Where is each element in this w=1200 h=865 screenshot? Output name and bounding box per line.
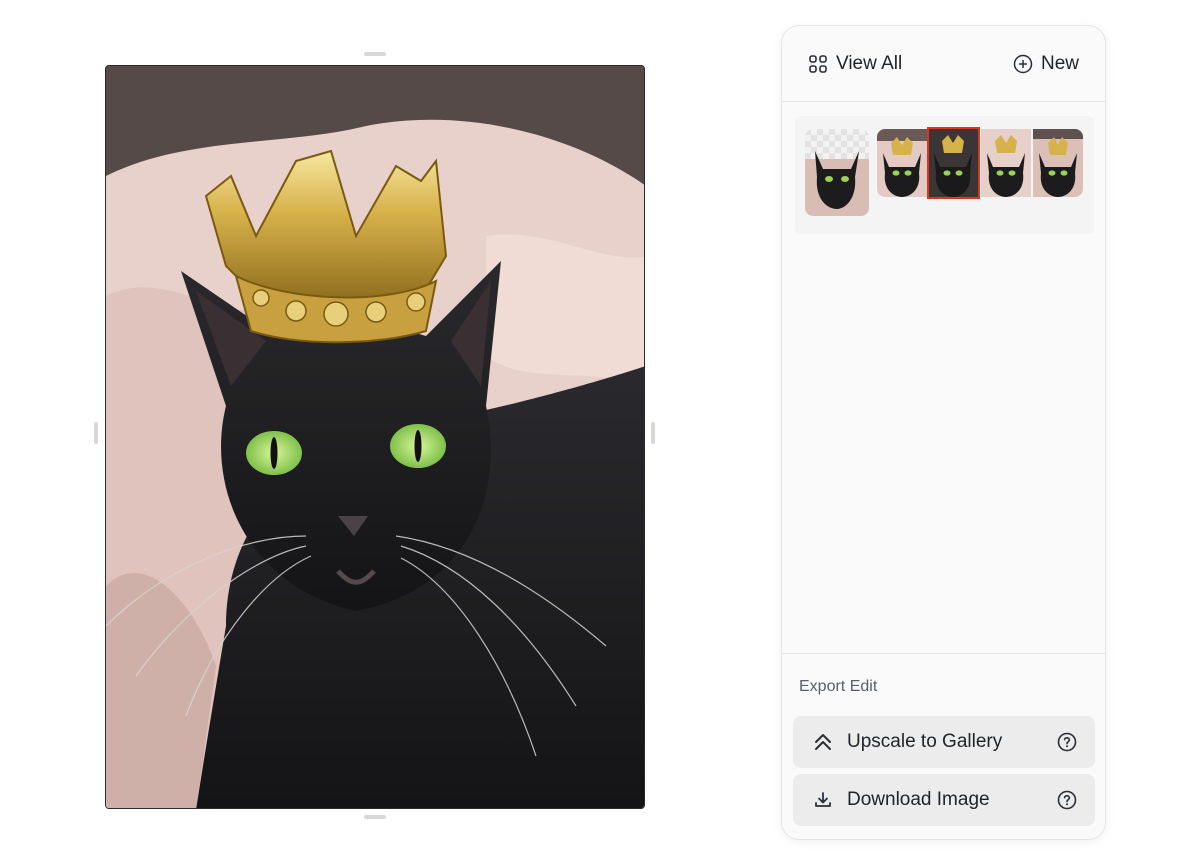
resize-handle-bottom[interactable] xyxy=(364,815,386,819)
download-icon xyxy=(813,790,833,810)
view-all-label: View All xyxy=(836,52,903,74)
resize-handle-left[interactable] xyxy=(94,422,98,444)
panel-header: View All New xyxy=(782,26,1105,102)
double-chevron-up-icon xyxy=(813,732,833,752)
plus-circle-icon xyxy=(1013,54,1033,74)
editor-canvas xyxy=(0,0,760,865)
history-thumbnails xyxy=(795,116,1094,234)
thumbnail-variant-2-selected[interactable] xyxy=(927,127,980,199)
new-label: New xyxy=(1040,52,1079,74)
upscale-label: Upscale to Gallery xyxy=(847,731,1003,752)
new-button[interactable]: New xyxy=(1013,53,1079,75)
download-image-button[interactable]: Download Image xyxy=(793,774,1095,826)
export-section-title: Export Edit xyxy=(799,678,878,695)
thumbnail-variant-4[interactable] xyxy=(1033,129,1083,197)
export-section: Export Edit Upscale to Gallery Download … xyxy=(782,653,1105,839)
resize-handle-top[interactable] xyxy=(364,52,386,56)
help-circle-icon[interactable] xyxy=(1057,790,1077,810)
history-panel: View All New Export Edit Upscale to Gall… xyxy=(781,25,1106,840)
thumbnail-variant-1[interactable] xyxy=(877,129,927,197)
cat-with-crown-illustration xyxy=(106,66,644,808)
download-label: Download Image xyxy=(847,789,990,810)
resize-handle-right[interactable] xyxy=(651,422,655,444)
edited-image[interactable] xyxy=(105,65,645,809)
grid-icon xyxy=(808,54,828,74)
thumbnail-variant-3[interactable] xyxy=(981,129,1031,197)
thumbnail-original[interactable] xyxy=(805,129,869,216)
upscale-to-gallery-button[interactable]: Upscale to Gallery xyxy=(793,716,1095,768)
help-circle-icon[interactable] xyxy=(1057,732,1077,752)
view-all-button[interactable]: View All xyxy=(808,53,902,75)
